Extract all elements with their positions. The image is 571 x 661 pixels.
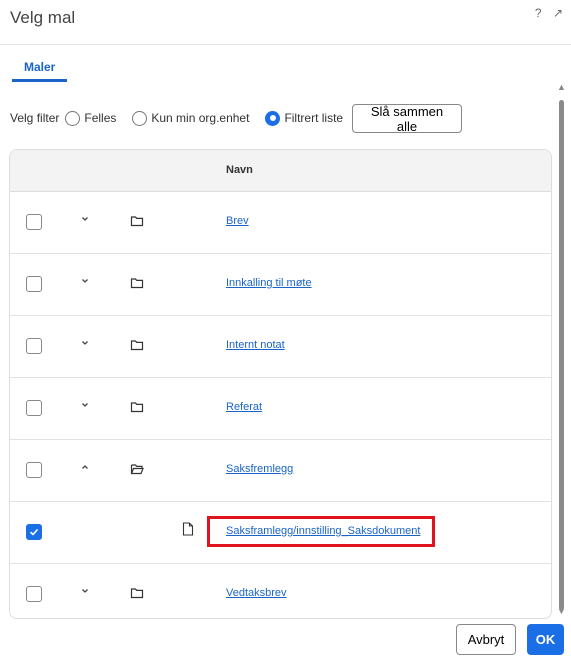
tab-maler[interactable]: Maler <box>12 60 68 82</box>
ok-button[interactable]: OK <box>527 624 564 655</box>
expand-icon[interactable]: ↗ <box>553 6 563 20</box>
folder-icon <box>130 340 144 351</box>
template-link[interactable]: Brev <box>226 215 249 227</box>
table-row: Vedtaksbrev <box>10 564 551 618</box>
template-link[interactable]: Innkalling til møte <box>226 277 312 289</box>
radio-filtrert[interactable] <box>265 110 281 126</box>
checkmark-icon <box>29 528 39 536</box>
filter-option-label: Kun min org.enhet <box>151 111 250 125</box>
table-row: Saksfremlegg <box>10 440 551 502</box>
radio-kun-min-org[interactable] <box>132 110 148 126</box>
cancel-button[interactable]: Avbryt <box>456 624 516 655</box>
header-icons: ? ↗ <box>535 6 571 20</box>
template-link[interactable]: Saksfremlegg <box>226 463 293 475</box>
template-table: Navn Brev Innkalling til møte Internt no… <box>9 149 552 619</box>
dialog-header: Velg mal ? ↗ <box>0 0 571 45</box>
filter-label: Velg filter <box>10 111 60 125</box>
column-header-name[interactable]: Navn <box>226 164 253 176</box>
filter-option-felles[interactable]: Felles <box>59 110 117 126</box>
filter-option-filtrert[interactable]: Filtrert liste <box>259 110 344 126</box>
folder-open-icon <box>130 464 144 475</box>
merge-all-button[interactable]: Slå sammen alle <box>352 104 462 134</box>
document-icon <box>182 522 194 536</box>
table-row: Saksframlegg/innstilling_Saksdokument <box>10 502 551 564</box>
chevron-down-icon[interactable] <box>78 336 92 350</box>
row-checkbox[interactable] <box>26 400 42 416</box>
row-checkbox[interactable] <box>26 586 42 602</box>
template-link[interactable]: Saksframlegg/innstilling_Saksdokument <box>226 525 420 537</box>
scroll-down-arrow-icon[interactable]: ▼ <box>557 606 566 616</box>
table-row: Innkalling til møte <box>10 254 551 316</box>
tab-bar: Maler <box>12 58 68 82</box>
row-checkbox[interactable] <box>26 338 42 354</box>
row-checkbox[interactable] <box>26 214 42 230</box>
filter-option-label: Filtrert liste <box>284 111 344 125</box>
scrollbar-thumb[interactable] <box>559 100 564 610</box>
row-checkbox[interactable] <box>26 462 42 478</box>
filter-option-label: Felles <box>84 111 117 125</box>
template-link[interactable]: Vedtaksbrev <box>226 587 287 599</box>
row-checkbox-checked[interactable] <box>26 524 42 540</box>
filter-option-kun-min-org[interactable]: Kun min org.enhet <box>126 110 250 126</box>
scroll-up-arrow-icon[interactable]: ▲ <box>557 82 566 92</box>
folder-icon <box>130 402 144 413</box>
template-link[interactable]: Internt notat <box>226 339 285 351</box>
chevron-up-icon[interactable] <box>78 460 92 474</box>
radio-felles[interactable] <box>65 110 81 126</box>
folder-icon <box>130 278 144 289</box>
template-link[interactable]: Referat <box>226 401 262 413</box>
folder-icon <box>130 216 144 227</box>
table-row: Internt notat <box>10 316 551 378</box>
dialog-title: Velg mal <box>10 8 76 27</box>
table-row: Brev <box>10 192 551 254</box>
chevron-down-icon[interactable] <box>78 274 92 288</box>
row-checkbox[interactable] <box>26 276 42 292</box>
table-row: Referat <box>10 378 551 440</box>
chevron-down-icon[interactable] <box>78 398 92 412</box>
table-header: Navn <box>10 150 551 192</box>
folder-icon <box>130 588 144 599</box>
chevron-down-icon[interactable] <box>78 584 92 598</box>
filter-bar: Velg filter Felles Kun min org.enhet Fil… <box>10 102 353 134</box>
chevron-down-icon[interactable] <box>78 212 92 226</box>
help-icon[interactable]: ? <box>535 6 542 20</box>
